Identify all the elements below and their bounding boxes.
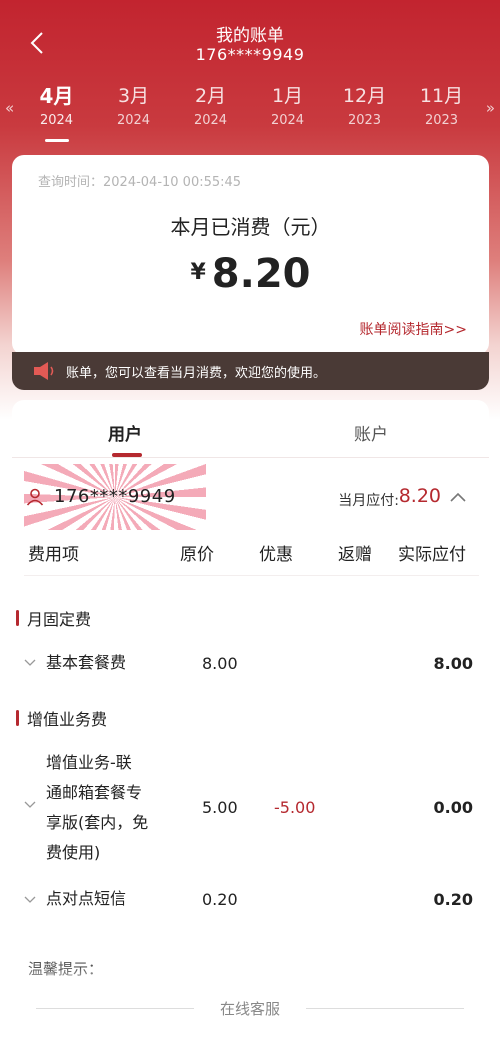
item-name-line: 通邮箱套餐专 (46, 783, 143, 802)
col-header-item: 费用项 (28, 545, 79, 565)
item-name-line: 费使用) (46, 843, 101, 862)
item-price: 0.20 (202, 890, 238, 909)
month-tab-2024-03[interactable]: 3月 2024 (95, 82, 172, 152)
item-price: 8.00 (202, 654, 238, 673)
year-label: 2023 (347, 113, 382, 128)
phone-number: 176****9949 (195, 45, 305, 64)
notice-text: 账单，您可以查看当月消费，欢迎您的使用。 (66, 365, 327, 381)
year-label: 2024 (193, 113, 228, 128)
account-number: 176****9949 (54, 486, 176, 507)
month-selector: 4月 2024 3月 2024 2月 2024 1月 2024 12月 2023… (18, 82, 480, 152)
item-name-line: 享版(套内，免 (46, 813, 149, 832)
section-marker (16, 710, 19, 726)
user-icon (26, 488, 44, 506)
prev-months-arrow[interactable]: « (5, 99, 14, 117)
tips-fade (12, 968, 489, 998)
item-actual: 0.20 (433, 890, 473, 909)
item-name[interactable]: 点对点短信 (46, 884, 126, 914)
month-label: 2月 (194, 85, 227, 107)
month-tab-2023-11[interactable]: 11月 2023 (403, 82, 480, 152)
item-name-line: 点对点短信 (46, 889, 127, 908)
section-value-added: 增值业务费 (16, 706, 107, 730)
month-label: 4月 (39, 84, 74, 108)
month-tab-2024-02[interactable]: 2月 2024 (172, 82, 249, 152)
chevron-down-icon[interactable] (24, 801, 36, 809)
month-label: 3月 (117, 85, 150, 107)
next-months-arrow[interactable]: » (486, 99, 495, 117)
item-name[interactable]: 基本套餐费 (46, 648, 126, 678)
item-name[interactable]: 增值业务-联 通邮箱套餐专 享版(套内，免 费使用) (46, 748, 148, 868)
section-title: 增值业务费 (27, 710, 108, 729)
year-label: 2024 (39, 113, 74, 128)
header-divider (24, 575, 479, 576)
month-tab-2023-12[interactable]: 12月 2023 (326, 82, 403, 152)
item-discount: -5.00 (274, 798, 316, 817)
spent-amount: ¥8.20 (12, 251, 489, 297)
tab-account[interactable]: 账户 (354, 420, 388, 445)
currency-symbol: ¥ (190, 260, 206, 285)
year-label: 2024 (270, 113, 305, 128)
item-price: 5.00 (202, 798, 238, 817)
month-tab-2024-04[interactable]: 4月 2024 (18, 82, 95, 152)
item-actual: 0.00 (433, 798, 473, 817)
spent-label: 本月已消费（元） (170, 215, 331, 239)
section-title: 月固定费 (27, 610, 92, 629)
month-label: 12月 (342, 85, 387, 107)
bill-guide-link[interactable]: 账单阅读指南>> (360, 319, 467, 339)
account-row[interactable]: 176****9949 当月应付: 8.20 (24, 484, 479, 512)
monthly-due-value: 8.20 (398, 485, 441, 507)
chevron-up-icon[interactable] (449, 490, 467, 504)
bill-detail-panel: 用户 账户 176****9949 当月应付: 8.20 费用项 原价 优惠 返… (12, 400, 489, 1050)
page-title: 我的账单 (216, 26, 284, 46)
month-label: 11月 (419, 85, 464, 107)
month-tab-2024-01[interactable]: 1月 2024 (249, 82, 326, 152)
month-label: 1月 (271, 85, 304, 107)
customer-service-bar[interactable]: 在线客服 (0, 998, 500, 1020)
summary-card: 查询时间：2024-04-10 00:55:45 本月已消费（元） ¥8.20 … (12, 155, 489, 355)
year-label: 2023 (424, 113, 459, 128)
item-name-line: 增值业务-联 (46, 753, 132, 772)
active-tab-indicator (112, 453, 142, 457)
divider-right (306, 1008, 464, 1009)
chevron-down-icon[interactable] (24, 659, 36, 667)
col-header-discount: 优惠 (259, 545, 293, 565)
query-time: 查询时间：2024-04-10 00:55:45 (38, 175, 242, 190)
tab-user[interactable]: 用户 (108, 420, 142, 445)
item-actual: 8.00 (433, 654, 473, 673)
chevron-down-icon[interactable] (24, 896, 36, 904)
col-header-price: 原价 (180, 545, 214, 565)
speaker-icon (34, 362, 54, 380)
tab-bar: 用户 账户 (12, 400, 489, 458)
item-name-line: 基本套餐费 (46, 653, 127, 672)
col-header-rebate: 返赠 (338, 545, 372, 565)
amount-value: 8.20 (211, 251, 311, 297)
notice-bar: 账单，您可以查看当月消费，欢迎您的使用。 (12, 352, 489, 390)
section-marker (16, 610, 19, 626)
monthly-due-label: 当月应付: (338, 493, 399, 509)
col-header-actual: 实际应付 (398, 545, 466, 565)
year-label: 2024 (116, 113, 151, 128)
section-monthly-fixed: 月固定费 (16, 606, 91, 630)
